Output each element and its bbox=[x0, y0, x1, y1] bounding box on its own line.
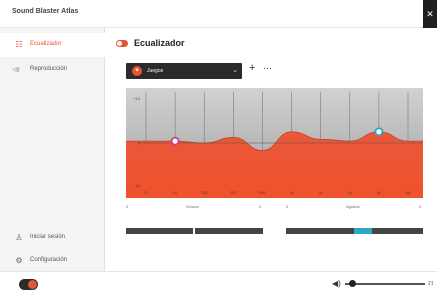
sidebar: ☷ Ecualizador ◁)) Reproducción ♙ Iniciar… bbox=[0, 28, 105, 271]
device-toggle[interactable] bbox=[19, 279, 38, 290]
sidebar-item-settings[interactable]: ⚙ Configuración bbox=[0, 249, 105, 273]
eq-x-label: 4k bbox=[348, 190, 352, 195]
eq-y-label: -12 bbox=[134, 183, 141, 188]
sidebar-item-label: Ecualizador bbox=[30, 41, 62, 47]
treble-slider[interactable] bbox=[286, 228, 423, 234]
treble-min-label: 0 bbox=[286, 204, 289, 209]
sidebar-item-label: Reproducción bbox=[30, 66, 68, 72]
gamepad-icon: ✦ bbox=[132, 66, 142, 76]
preset-name: Juegos bbox=[147, 68, 164, 74]
close-button[interactable]: ✕ bbox=[423, 0, 437, 28]
page-title: Ecualizador bbox=[134, 38, 185, 48]
eq-x-label: 62 bbox=[173, 190, 178, 195]
bass-label: Graves bbox=[186, 204, 199, 209]
volume-value: 21 bbox=[428, 281, 434, 287]
equalizer-toggle[interactable] bbox=[116, 40, 128, 47]
more-options-button[interactable]: ··· bbox=[263, 63, 272, 73]
chevron-down-icon: ⌄ bbox=[232, 67, 238, 74]
user-icon: ♙ bbox=[15, 233, 23, 242]
eq-x-label: 16k bbox=[405, 190, 411, 195]
add-preset-button[interactable]: + bbox=[249, 62, 255, 74]
preset-dropdown[interactable]: ✦ Juegos ⌄ bbox=[126, 63, 242, 79]
bass-slider-handle[interactable] bbox=[193, 228, 195, 234]
bass-slider[interactable] bbox=[126, 228, 263, 234]
equalizer-curve-svg: +120-1231 62 125 250 500 1k 2k 4k 8k 16k bbox=[126, 92, 423, 198]
eq-x-label: 250 bbox=[230, 190, 237, 195]
title-bar: Sound Blaster Atlas ✕ bbox=[0, 0, 437, 28]
volume-slider[interactable] bbox=[345, 283, 425, 285]
treble-label: Agudos bbox=[346, 204, 360, 209]
sidebar-item-login[interactable]: ♙ Iniciar sesión bbox=[0, 226, 105, 250]
close-icon: ✕ bbox=[426, 9, 434, 19]
app-title: Sound Blaster Atlas bbox=[12, 8, 79, 15]
volume-knob[interactable] bbox=[349, 280, 356, 287]
treble-slider-handle[interactable] bbox=[354, 228, 372, 234]
gear-icon: ⚙ bbox=[15, 256, 23, 265]
eq-band-handle[interactable] bbox=[374, 127, 384, 137]
volume-icon[interactable]: ◀) bbox=[332, 279, 341, 288]
eq-x-label: 2k bbox=[319, 190, 323, 195]
eq-x-label: 125 bbox=[201, 190, 208, 195]
equalizer-icon: ☷ bbox=[15, 40, 23, 49]
eq-x-label: 1k bbox=[289, 190, 293, 195]
eq-x-label: 500 bbox=[259, 190, 266, 195]
eq-y-label: +12 bbox=[133, 96, 141, 101]
bass-max-label: 0 bbox=[259, 204, 262, 209]
equalizer-graph[interactable]: +12 0 -12 31 62 125 250 500 1k 2k 4k 8k 16k bbox=[126, 88, 423, 198]
eq-band-handle[interactable] bbox=[170, 136, 180, 146]
eq-curve-fill bbox=[126, 131, 423, 198]
footer-bar: ◀) 21 bbox=[0, 271, 437, 295]
sidebar-item-label: Configuración bbox=[30, 257, 68, 263]
main-panel: Ecualizador ✦ Juegos ⌄ + ··· +12 0 -12 31 62… bbox=[106, 28, 437, 271]
eq-x-label: 31 bbox=[144, 190, 149, 195]
sidebar-item-playback[interactable]: ◁)) Reproducción bbox=[0, 58, 105, 82]
treble-max-label: 0 bbox=[419, 204, 422, 209]
eq-x-label: 8k bbox=[377, 190, 381, 195]
sidebar-item-label: Iniciar sesión bbox=[30, 234, 66, 240]
speaker-icon: ◁)) bbox=[12, 67, 20, 73]
bass-min-label: 0 bbox=[126, 204, 129, 209]
sidebar-item-equalizer[interactable]: ☷ Ecualizador bbox=[0, 33, 105, 57]
